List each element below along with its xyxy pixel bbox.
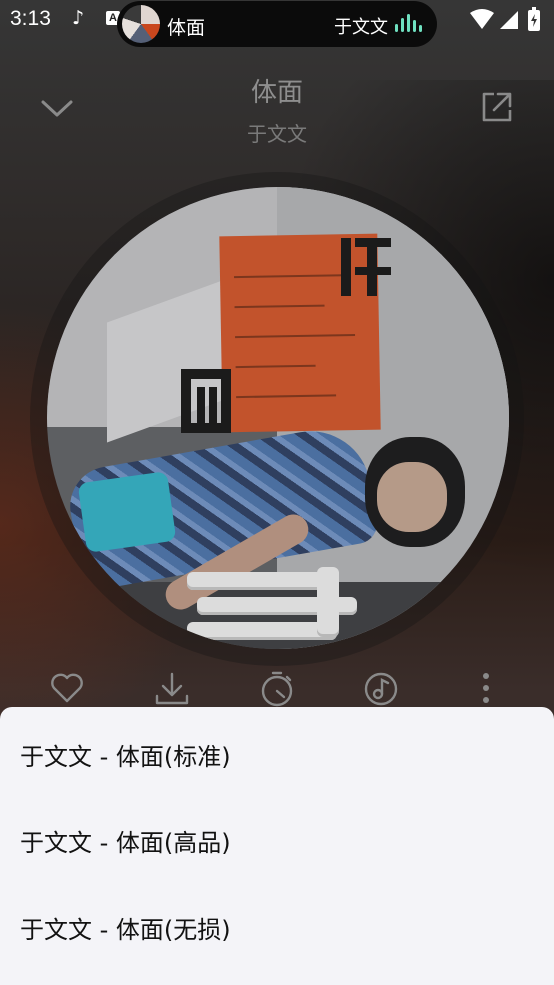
signal-icon	[500, 11, 518, 29]
more-vertical-icon[interactable]	[466, 668, 506, 708]
player-actions	[0, 668, 554, 712]
album-art-glyph	[181, 369, 231, 433]
song-artist[interactable]: 于文文	[0, 118, 554, 147]
audio-wave-icon	[395, 14, 425, 34]
quality-option-lossless[interactable]: 于文文 - 体面(无损)	[20, 910, 231, 945]
sound-effect-icon[interactable]	[361, 668, 401, 708]
song-title: 体面	[250, 78, 303, 108]
player-screen: 3:13 ♪ A 体面 于文文 体面 于文文 于文文 - 体面(标准) 于文文 …	[0, 0, 554, 985]
heart-icon[interactable]	[47, 668, 87, 708]
island-song-title: 体面	[167, 17, 206, 39]
download-icon[interactable]	[152, 668, 192, 708]
wifi-icon	[470, 9, 494, 29]
island-artist: 于文文	[334, 17, 388, 38]
album-art-glyph	[341, 238, 391, 296]
now-playing-island[interactable]: 体面 于文文	[117, 1, 437, 47]
player-header: 体面 于文文	[0, 60, 554, 160]
album-thumbnail	[122, 5, 160, 43]
quality-option-high[interactable]: 于文文 - 体面(高品)	[20, 823, 231, 858]
system-status-icons	[470, 7, 540, 31]
timer-icon[interactable]	[257, 668, 297, 708]
quality-bottom-sheet: 于文文 - 体面(标准) 于文文 - 体面(高品) 于文文 - 体面(无损)	[0, 707, 554, 985]
clock: 3:13	[10, 7, 51, 30]
status-bar: 3:13 ♪ A 体面 于文文	[0, 0, 554, 47]
music-note-icon: ♪	[72, 7, 85, 29]
album-art[interactable]	[47, 187, 509, 649]
quality-option-standard[interactable]: 于文文 - 体面(标准)	[20, 737, 231, 772]
open-external-icon[interactable]	[478, 88, 516, 126]
